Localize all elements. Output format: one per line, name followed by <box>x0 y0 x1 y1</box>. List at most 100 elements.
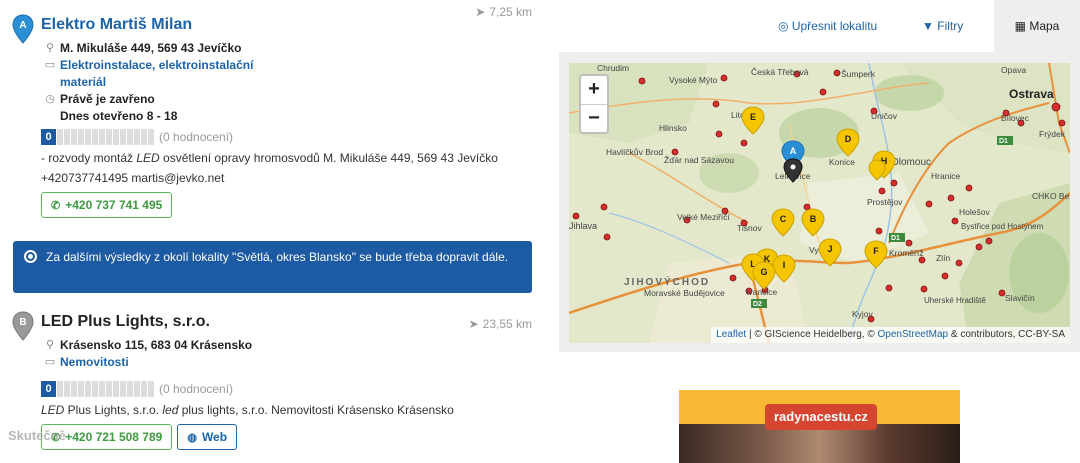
rating-bar-segment <box>106 381 112 397</box>
svg-text:B: B <box>19 317 26 328</box>
place-label: Uherské Hradiště <box>924 296 986 305</box>
place-label: Chrudim <box>597 63 629 73</box>
rating-value: 0 <box>41 381 56 397</box>
svg-text:A: A <box>19 20 26 31</box>
address: M. Mikuláše 449, 569 43 Jevíčko <box>60 41 242 55</box>
rating-bar-segment <box>120 381 126 397</box>
svg-text:D1: D1 <box>891 235 900 242</box>
phone-number: +420 737 741 495 <box>65 198 163 212</box>
rating-bar-segment <box>141 381 147 397</box>
rating[interactable]: 0 (0 hodnocení) <box>41 129 545 145</box>
category-link[interactable]: Elektroinstalace, elektroinstalační <box>60 58 253 72</box>
place-label: Moravské Budějovice <box>644 288 725 298</box>
rating-bar-segment <box>64 381 70 397</box>
map-tab-label: Mapa <box>1029 19 1060 33</box>
place-label: Zlín <box>936 253 950 263</box>
rating-bar-segment <box>85 129 91 145</box>
hours-row: Dnes otevřeno 8 - 18 <box>41 108 545 125</box>
place-label: Ivančice <box>746 287 777 297</box>
svg-text:D: D <box>845 134 852 144</box>
place-label: Frýdek <box>1039 129 1066 139</box>
rating-bar-segment <box>120 129 126 145</box>
place-label: Žďár nad Sázavou <box>664 155 734 165</box>
map-toolbar: ◎ Upřesnit lokalitu ▼ Filtry ▦ Mapa <box>778 0 1080 52</box>
place-label: Jihlava <box>569 221 597 231</box>
map-attribution: Leaflet | © GIScience Heidelberg, © Open… <box>711 327 1070 343</box>
place-label: Bílovec <box>1001 113 1030 123</box>
rating[interactable]: 0 (0 hodnocení) <box>41 381 545 397</box>
rating-bar-segment <box>113 381 119 397</box>
info-circle-icon <box>24 250 37 263</box>
svg-text:D1: D1 <box>999 138 1008 145</box>
filters-label: Filtry <box>937 19 964 33</box>
svg-text:J: J <box>827 244 832 254</box>
phone-number: +420 721 508 789 <box>65 430 163 444</box>
rating-bar-segment <box>99 381 105 397</box>
rating-bar-segment <box>99 129 105 145</box>
rating-bar-segment <box>141 129 147 145</box>
place-label: Olomouc <box>891 157 931 168</box>
description-highlight: led <box>162 403 179 417</box>
rating-bar-segment <box>57 381 63 397</box>
web-button[interactable]: ◍ Web <box>177 424 238 450</box>
advertisement-banner[interactable]: radynacestu.cz <box>679 390 960 463</box>
ad-brand-badge: radynacestu.cz <box>765 404 877 430</box>
svg-text:I: I <box>783 260 786 270</box>
status-row: ◷ Právě je zavřeno <box>41 91 545 108</box>
location-pin-icon: ⚲ <box>45 339 55 351</box>
result-title[interactable]: Elektro Martiš Milan <box>41 14 545 36</box>
open-status: Právě je zavřeno <box>60 92 155 106</box>
map-tab[interactable]: ▦ Mapa <box>994 0 1080 52</box>
filters-button[interactable]: ▼ Filtry <box>922 0 963 52</box>
rating-bar-segment <box>127 381 133 397</box>
rating-bar-segment <box>85 381 91 397</box>
rating-bar-segment <box>71 129 77 145</box>
notice-text: Za dalšími výsledky z okolí lokality "Sv… <box>46 250 509 264</box>
map-panel: Chrudim Vysoké Mýto Česká Třebová Šumper… <box>559 52 1080 352</box>
place-label: Konice <box>829 157 855 167</box>
svg-text:A: A <box>790 146 797 156</box>
location-pin-icon: ⚲ <box>45 42 55 54</box>
place-label: Uničov <box>871 111 898 121</box>
place-label: Česká Třebová <box>751 67 809 77</box>
category-link[interactable]: Nemovitosti <box>60 355 129 369</box>
address-row: ⚲ M. Mikuláše 449, 569 43 Jevíčko <box>41 40 545 57</box>
address: Krásensko 115, 683 04 Krásensko <box>60 338 253 352</box>
description: LED Plus Lights, s.r.o. led plus lights,… <box>41 400 545 420</box>
map-canvas[interactable]: Chrudim Vysoké Mýto Česká Třebová Šumper… <box>569 63 1070 343</box>
leaflet-link[interactable]: Leaflet <box>716 329 746 340</box>
rating-value: 0 <box>41 129 56 145</box>
place-label: Slavičín <box>1005 293 1035 303</box>
target-icon: ◎ <box>778 19 789 33</box>
description: - rozvody montáž LED osvětlení opravy hr… <box>41 148 545 168</box>
web-label: Web <box>201 430 228 444</box>
clock-icon: ◷ <box>45 93 55 105</box>
rating-bar-segment <box>127 129 133 145</box>
rating-bar-segment <box>57 129 63 145</box>
category-row: ▭ Elektroinstalace, elektroinstalační <box>41 57 545 74</box>
opening-hours: Dnes otevřeno 8 - 18 <box>60 109 178 123</box>
osm-link[interactable]: OpenStreetMap <box>877 329 948 340</box>
result-item: B LED Plus Lights, s.r.o. ➤ 23,55 km ⚲ Kr… <box>0 308 545 450</box>
category-row: ▭ Nemovitosti <box>41 354 545 371</box>
category-row-cont: materiál <box>41 74 545 91</box>
zoom-in-button[interactable]: + <box>581 76 607 104</box>
svg-text:B: B <box>810 214 817 224</box>
rating-bar-segment <box>134 381 140 397</box>
phone-button[interactable]: ✆ +420 737 741 495 <box>41 192 173 218</box>
rating-bar-segment <box>92 381 98 397</box>
phone-icon: ✆ <box>51 199 61 212</box>
rating-bar-segment <box>134 129 140 145</box>
place-label: JIHOVÝCHOD <box>624 275 710 288</box>
rating-bar-segment <box>106 129 112 145</box>
map-svg: Chrudim Vysoké Mýto Česká Třebová Šumper… <box>569 63 1070 343</box>
folder-icon: ▭ <box>44 356 56 368</box>
rating-bar-segment <box>92 129 98 145</box>
rating-bar-segment <box>71 381 77 397</box>
refine-location-button[interactable]: ◎ Upřesnit lokalitu <box>778 0 877 52</box>
rating-bar-segment <box>64 129 70 145</box>
zoom-out-button[interactable]: − <box>581 104 607 132</box>
category-link-cont[interactable]: materiál <box>60 75 106 89</box>
description-highlight: LED <box>41 403 65 417</box>
page: A Elektro Martiš Milan ➤ 7,25 km ⚲ M. Mik… <box>0 0 1080 463</box>
